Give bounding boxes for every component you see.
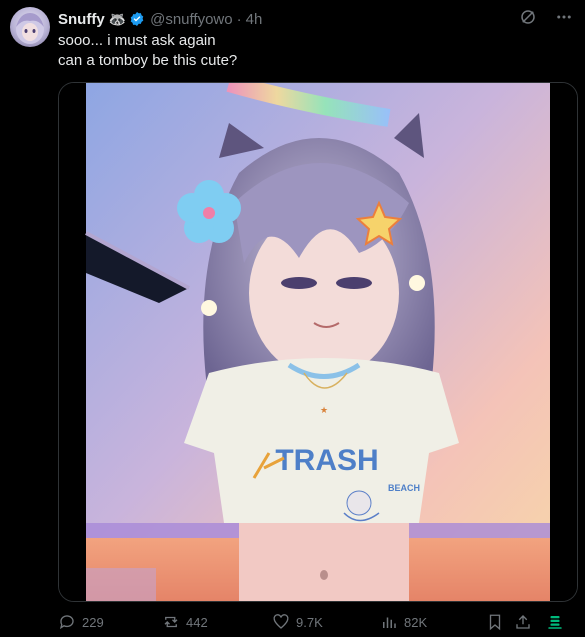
reply-count: 229: [82, 614, 104, 630]
reply-icon: [59, 615, 74, 630]
repost-icon: [164, 616, 178, 628]
shirt-print-text: TRASH: [275, 444, 378, 477]
views-button[interactable]: 82K: [380, 613, 427, 631]
post-header: Snuffy 🦝 @snuffyowo · 4h: [58, 8, 575, 30]
author-display-name[interactable]: Snuffy: [58, 11, 105, 28]
grok-icon[interactable]: [517, 6, 539, 28]
post-top-icons: [517, 6, 575, 28]
post-text-line-2: can a tomboy be this cute?: [58, 52, 238, 69]
views-icon: [383, 617, 396, 628]
separator-dot: ·: [236, 10, 242, 28]
like-button[interactable]: 9.7K: [272, 613, 323, 631]
analytics-button[interactable]: [546, 613, 564, 631]
media-image: ★ TRASH BEACH: [59, 83, 577, 601]
repost-button[interactable]: 442: [162, 613, 208, 631]
author-handle[interactable]: @snuffyowo: [150, 11, 233, 28]
avatar[interactable]: [10, 7, 50, 47]
post-text-line-1: sooo... i must ask again: [58, 32, 216, 49]
raccoon-emoji: 🦝: [108, 10, 127, 27]
action-bar: 229 442 9.7K 82K: [58, 610, 576, 634]
share-button[interactable]: [514, 613, 532, 631]
post-media[interactable]: ★ TRASH BEACH: [58, 82, 578, 602]
reply-button[interactable]: 229: [58, 613, 104, 631]
views-count: 82K: [404, 614, 428, 630]
verified-icon[interactable]: [129, 11, 145, 27]
analytics-icon: [548, 616, 562, 629]
like-icon: [273, 614, 289, 629]
post-time[interactable]: 4h: [246, 11, 263, 28]
svg-text:★: ★: [320, 405, 328, 415]
repost-count: 442: [186, 614, 208, 630]
like-count: 9.7K: [296, 614, 323, 630]
share-icon: [516, 615, 530, 629]
shirt-print-subtext: BEACH: [388, 483, 420, 493]
bookmark-button[interactable]: [486, 613, 504, 631]
avatar-image: [16, 13, 44, 44]
more-icon[interactable]: [553, 6, 575, 28]
post-text: sooo... i must ask again can a tomboy be…: [58, 31, 558, 71]
bookmark-icon: [489, 614, 501, 631]
